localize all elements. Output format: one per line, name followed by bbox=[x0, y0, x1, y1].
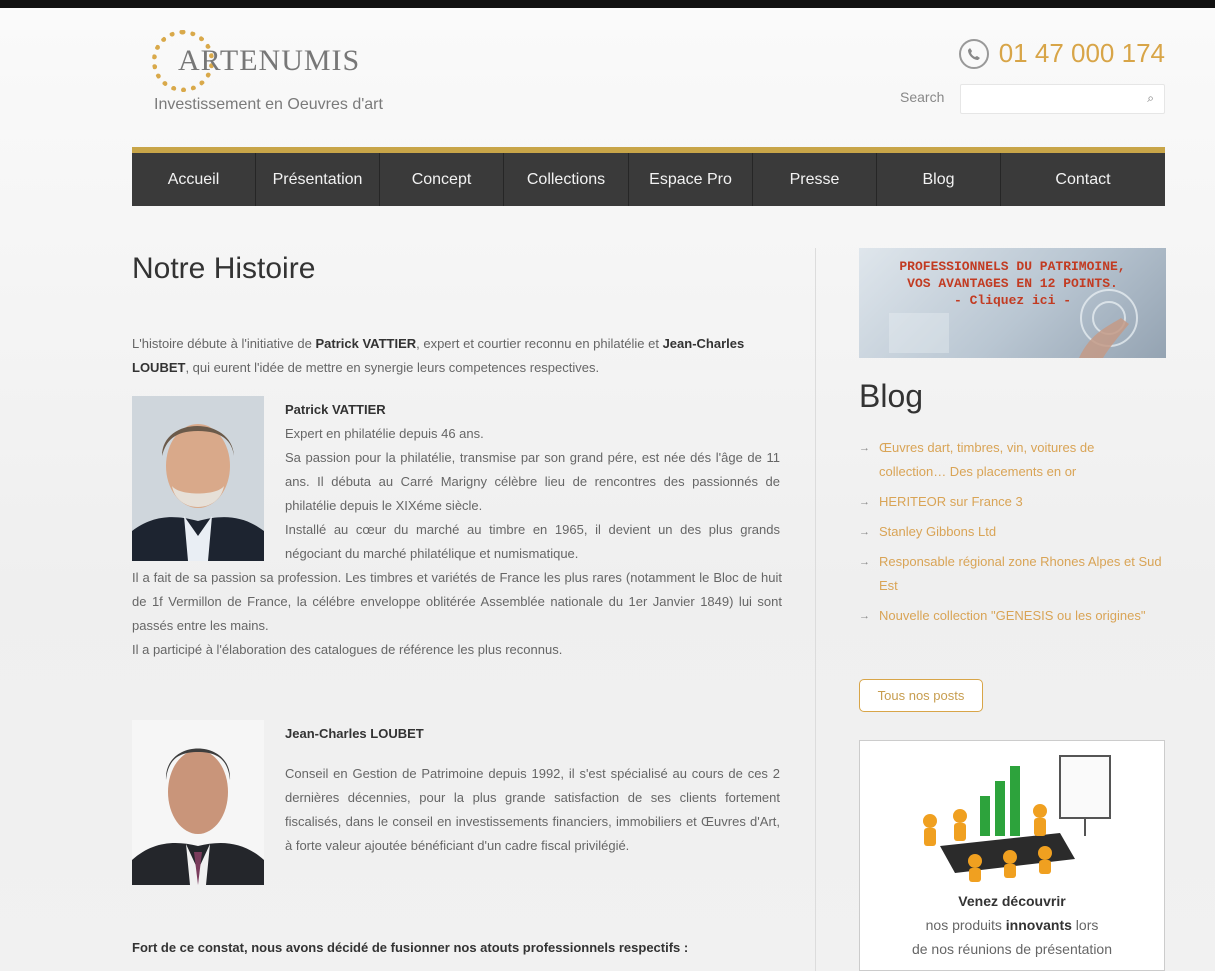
arrow-icon: → bbox=[859, 556, 870, 568]
phone-icon bbox=[958, 38, 989, 69]
intro-text-3: , qui eurent l'idée de mettre en synergi… bbox=[185, 360, 600, 375]
blog-post-link[interactable]: → Responsable régional zone Rhones Alpes … bbox=[859, 550, 1165, 598]
nav-item-presse[interactable]: Presse bbox=[753, 153, 877, 206]
banner-text: PROFESSIONNELS DU PATRIMOINE, VOS AVANTA… bbox=[859, 258, 1166, 309]
logo-tagline: Investissement en Oeuvres d'art bbox=[154, 96, 383, 113]
search-icon[interactable]: ⌕ bbox=[1147, 91, 1154, 106]
promo-line: de nos réunions de présentation bbox=[911, 941, 1113, 957]
promo-line: lors bbox=[1071, 917, 1099, 933]
nav-item-accueil[interactable]: Accueil bbox=[132, 153, 256, 206]
blog-post-link[interactable]: → HERITEOR sur France 3 bbox=[859, 490, 1165, 514]
all-posts-button[interactable]: Tous nos posts bbox=[859, 679, 983, 712]
bio-name: Jean-Charles LOUBET bbox=[285, 726, 424, 741]
nav-item-concept[interactable]: Concept bbox=[380, 153, 504, 206]
bio-line: Expert en philatélie depuis 46 ans. bbox=[285, 426, 484, 441]
main-nav: Accueil Présentation Concept Collections… bbox=[132, 147, 1165, 206]
nav-item-presentation[interactable]: Présentation bbox=[256, 153, 380, 206]
blog-post-link[interactable]: → Œuvres dart, timbres, vin, voitures de … bbox=[859, 436, 1165, 484]
promo-box[interactable]: Venez découvrir nos produits innovants l… bbox=[859, 740, 1165, 971]
page-title: Notre Histoire bbox=[132, 252, 316, 285]
blog-post-title[interactable]: Stanley Gibbons Ltd bbox=[879, 524, 996, 539]
bio-jean-charles: Jean-Charles LOUBET Conseil en Gestion d… bbox=[285, 722, 780, 858]
blog-post-title[interactable]: Responsable régional zone Rhones Alpes e… bbox=[879, 554, 1162, 593]
top-border bbox=[0, 0, 1215, 8]
intro-paragraph: L'histoire débute à l'initiative de Patr… bbox=[132, 332, 782, 380]
promo-line: Venez découvrir bbox=[958, 893, 1066, 909]
meeting-illustration bbox=[923, 755, 1111, 882]
nav-item-espace-pro[interactable]: Espace Pro bbox=[629, 153, 753, 206]
bio-patrick-continued: Il a fait de sa passion sa profession. L… bbox=[132, 566, 782, 662]
blog-post-title[interactable]: HERITEOR sur France 3 bbox=[879, 494, 1023, 509]
bio-patrick: Patrick VATTIER Expert en philatélie dep… bbox=[285, 398, 780, 566]
bio-name: Patrick VATTIER bbox=[285, 402, 386, 417]
promo-line: nos produits bbox=[925, 917, 1006, 933]
banner-line: VOS AVANTAGES EN 12 POINTS. bbox=[907, 276, 1118, 291]
nav-item-contact[interactable]: Contact bbox=[1001, 153, 1165, 206]
pro-banner[interactable]: PROFESSIONNELS DU PATRIMOINE, VOS AVANTA… bbox=[859, 248, 1166, 358]
logo[interactable]: ARTENUMIS Investissement en Oeuvres d'ar… bbox=[152, 30, 422, 130]
arrow-icon: → bbox=[859, 442, 870, 454]
bio-line: Il a participé à l'élaboration des catal… bbox=[132, 642, 563, 657]
phone-contact: 01 47 000 174 bbox=[958, 38, 1165, 69]
promo-highlight: innovants bbox=[1005, 917, 1072, 933]
nav-item-collections[interactable]: Collections bbox=[504, 153, 629, 206]
logo-text: ARTENUMIS bbox=[178, 44, 361, 77]
intro-text-1: L'histoire débute à l'initiative de bbox=[132, 336, 316, 351]
banner-line: PROFESSIONNELS DU PATRIMOINE, bbox=[899, 259, 1126, 274]
promo-text: Venez découvrir nos produits innovants l… bbox=[860, 889, 1164, 961]
blog-post-link[interactable]: → Stanley Gibbons Ltd bbox=[859, 520, 1165, 544]
bio-text: Conseil en Gestion de Patrimoine depuis … bbox=[285, 766, 780, 853]
blog-post-link[interactable]: → Nouvelle collection "GENESIS ou les ori… bbox=[859, 604, 1165, 628]
blog-post-title[interactable]: Nouvelle collection "GENESIS ou les orig… bbox=[879, 608, 1145, 623]
jean-charles-loubet-photo bbox=[132, 720, 264, 885]
nav-item-blog[interactable]: Blog bbox=[877, 153, 1001, 206]
intro-text-2: , expert et courtier reconnu en philatél… bbox=[416, 336, 663, 351]
arrow-icon: → bbox=[859, 526, 870, 538]
blog-post-title[interactable]: Œuvres dart, timbres, vin, voitures de c… bbox=[879, 440, 1094, 479]
phone-number: 01 47 000 174 bbox=[998, 38, 1165, 68]
blog-post-list: → Œuvres dart, timbres, vin, voitures de … bbox=[859, 436, 1165, 634]
closing-statement: Fort de ce constat, nous avons décidé de… bbox=[132, 940, 689, 955]
search-box[interactable]: ⌕ bbox=[960, 84, 1165, 114]
arrow-icon: → bbox=[859, 610, 870, 622]
bio-line: Installé au cœur du marché au timbre en … bbox=[285, 522, 780, 561]
search-label: Search bbox=[900, 89, 945, 105]
column-divider bbox=[815, 248, 816, 971]
intro-name-1: Patrick VATTIER bbox=[315, 336, 417, 351]
arrow-icon: → bbox=[859, 496, 870, 508]
search-input[interactable] bbox=[967, 85, 1141, 113]
blog-title: Blog bbox=[859, 378, 924, 414]
banner-line: - Cliquez ici - bbox=[953, 293, 1072, 308]
bio-line: Sa passion pour la philatélie, transmise… bbox=[285, 450, 780, 513]
bio-line: Il a fait de sa passion sa profession. L… bbox=[132, 570, 782, 633]
patrick-vattier-photo bbox=[132, 396, 264, 561]
